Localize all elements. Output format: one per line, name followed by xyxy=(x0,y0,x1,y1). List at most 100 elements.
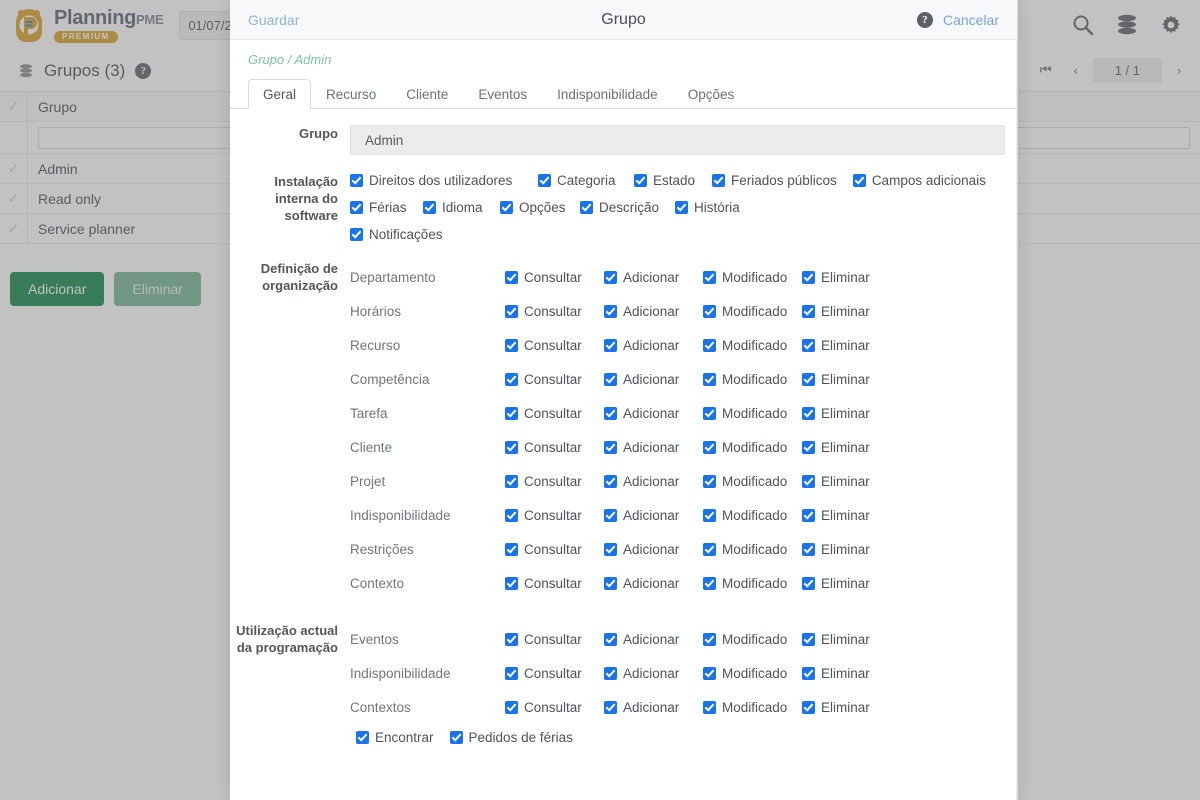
checkbox-adicionar[interactable]: Adicionar xyxy=(604,700,703,715)
checkbox-descricao[interactable]: Descrição xyxy=(580,200,659,215)
checkbox-modificado[interactable]: Modificado xyxy=(703,304,802,319)
checkbox-notificacoes[interactable]: Notificações xyxy=(350,227,1005,242)
checkbox-box[interactable] xyxy=(350,228,363,241)
checkbox-box[interactable] xyxy=(604,700,617,714)
checkbox-box[interactable] xyxy=(505,304,518,318)
checkbox-eliminar[interactable]: Eliminar xyxy=(802,666,870,681)
checkbox-modificado[interactable]: Modificado xyxy=(703,372,802,387)
checkbox-box[interactable] xyxy=(505,270,518,284)
checkbox-box[interactable] xyxy=(703,270,716,284)
checkbox-box[interactable] xyxy=(505,576,518,590)
checkbox-box[interactable] xyxy=(802,666,815,680)
checkbox-box[interactable] xyxy=(505,406,518,420)
checkbox-consultar[interactable]: Consultar xyxy=(505,372,604,387)
checkbox-box[interactable] xyxy=(703,542,716,556)
checkbox-box[interactable] xyxy=(802,508,815,522)
checkbox-consultar[interactable]: Consultar xyxy=(505,474,604,489)
checkbox-adicionar[interactable]: Adicionar xyxy=(604,508,703,523)
group-name-input[interactable]: Admin xyxy=(350,125,1005,155)
checkbox-box[interactable] xyxy=(500,201,513,214)
checkbox-box[interactable] xyxy=(703,338,716,352)
checkbox-box[interactable] xyxy=(423,201,436,214)
checkbox-box[interactable] xyxy=(604,632,617,646)
checkbox-box[interactable] xyxy=(852,174,866,187)
checkbox-box[interactable] xyxy=(604,666,617,680)
checkbox-adicionar[interactable]: Adicionar xyxy=(604,632,703,647)
checkbox-adicionar[interactable]: Adicionar xyxy=(604,338,703,353)
checkbox-encontrar[interactable]: Encontrar xyxy=(356,730,434,745)
checkbox-eliminar[interactable]: Eliminar xyxy=(802,474,870,489)
checkbox-idioma[interactable]: Idioma xyxy=(423,200,484,215)
checkbox-box[interactable] xyxy=(538,174,551,187)
checkbox-box[interactable] xyxy=(580,201,593,214)
checkbox-eliminar[interactable]: Eliminar xyxy=(802,270,870,285)
checkbox-box[interactable] xyxy=(703,666,716,680)
checkbox-box[interactable] xyxy=(604,270,617,284)
dialog-scrollbar[interactable] xyxy=(1016,40,1017,800)
checkbox-box[interactable] xyxy=(505,700,518,714)
checkbox-box[interactable] xyxy=(703,304,716,318)
checkbox-modificado[interactable]: Modificado xyxy=(703,406,802,421)
checkbox-eliminar[interactable]: Eliminar xyxy=(802,700,870,715)
checkbox-estado[interactable]: Estado xyxy=(634,173,696,188)
checkbox-box[interactable] xyxy=(604,542,617,556)
checkbox-box[interactable] xyxy=(356,731,369,744)
checkbox-box[interactable] xyxy=(802,372,815,386)
checkbox-eliminar[interactable]: Eliminar xyxy=(802,542,870,557)
checkbox-modificado[interactable]: Modificado xyxy=(703,474,802,489)
checkbox-consultar[interactable]: Consultar xyxy=(505,270,604,285)
checkbox-box[interactable] xyxy=(703,576,716,590)
checkbox-box[interactable] xyxy=(634,174,647,187)
checkbox-box[interactable] xyxy=(604,576,617,590)
checkbox-box[interactable] xyxy=(802,406,815,420)
checkbox-box[interactable] xyxy=(604,372,617,386)
checkbox-box[interactable] xyxy=(712,174,725,187)
checkbox-box[interactable] xyxy=(703,508,716,522)
checkbox-eliminar[interactable]: Eliminar xyxy=(802,508,870,523)
tab-opcoes[interactable]: Opções xyxy=(673,79,750,109)
checkbox-box[interactable] xyxy=(604,440,617,454)
checkbox-box[interactable] xyxy=(505,632,518,646)
checkbox-modificado[interactable]: Modificado xyxy=(703,576,802,591)
checkbox-eliminar[interactable]: Eliminar xyxy=(802,406,870,421)
checkbox-box[interactable] xyxy=(505,338,518,352)
checkbox-box[interactable] xyxy=(604,406,617,420)
checkbox-box[interactable] xyxy=(604,304,617,318)
checkbox-consultar[interactable]: Consultar xyxy=(505,508,604,523)
checkbox-adicionar[interactable]: Adicionar xyxy=(604,372,703,387)
checkbox-modificado[interactable]: Modificado xyxy=(703,440,802,455)
checkbox-consultar[interactable]: Consultar xyxy=(505,440,604,455)
checkbox-historia[interactable]: História xyxy=(675,200,740,215)
checkbox-adicionar[interactable]: Adicionar xyxy=(604,666,703,681)
checkbox-box[interactable] xyxy=(802,474,815,488)
checkbox-box[interactable] xyxy=(802,542,815,556)
checkbox-direitos-dos-utilizadores[interactable]: Direitos dos utilizadores xyxy=(350,173,522,188)
checkbox-eliminar[interactable]: Eliminar xyxy=(802,372,870,387)
checkbox-box[interactable] xyxy=(802,576,815,590)
checkbox-categoria[interactable]: Categoria xyxy=(538,173,618,188)
checkbox-box[interactable] xyxy=(802,700,815,714)
cancel-button[interactable]: Cancelar xyxy=(943,12,999,28)
checkbox-box[interactable] xyxy=(703,440,716,454)
checkbox-box[interactable] xyxy=(703,700,716,714)
checkbox-modificado[interactable]: Modificado xyxy=(703,508,802,523)
checkbox-adicionar[interactable]: Adicionar xyxy=(604,576,703,591)
checkbox-box[interactable] xyxy=(604,338,617,352)
checkbox-modificado[interactable]: Modificado xyxy=(703,270,802,285)
checkbox-consultar[interactable]: Consultar xyxy=(505,304,604,319)
checkbox-pedidos-de-ferias[interactable]: Pedidos de férias xyxy=(449,730,573,745)
tab-geral[interactable]: Geral xyxy=(248,79,312,109)
checkbox-consultar[interactable]: Consultar xyxy=(505,338,604,353)
checkbox-box[interactable] xyxy=(604,508,617,522)
checkbox-feriados-publicos[interactable]: Feriados públicos xyxy=(712,173,837,188)
checkbox-eliminar[interactable]: Eliminar xyxy=(802,338,870,353)
checkbox-consultar[interactable]: Consultar xyxy=(505,406,604,421)
checkbox-box[interactable] xyxy=(802,270,815,284)
checkbox-consultar[interactable]: Consultar xyxy=(505,666,604,681)
checkbox-box[interactable] xyxy=(675,201,688,214)
checkbox-box[interactable] xyxy=(505,474,518,488)
checkbox-box[interactable] xyxy=(703,406,716,420)
tab-indisponibilidade[interactable]: Indisponibilidade xyxy=(542,79,673,109)
checkbox-adicionar[interactable]: Adicionar xyxy=(604,474,703,489)
checkbox-box[interactable] xyxy=(802,304,815,318)
